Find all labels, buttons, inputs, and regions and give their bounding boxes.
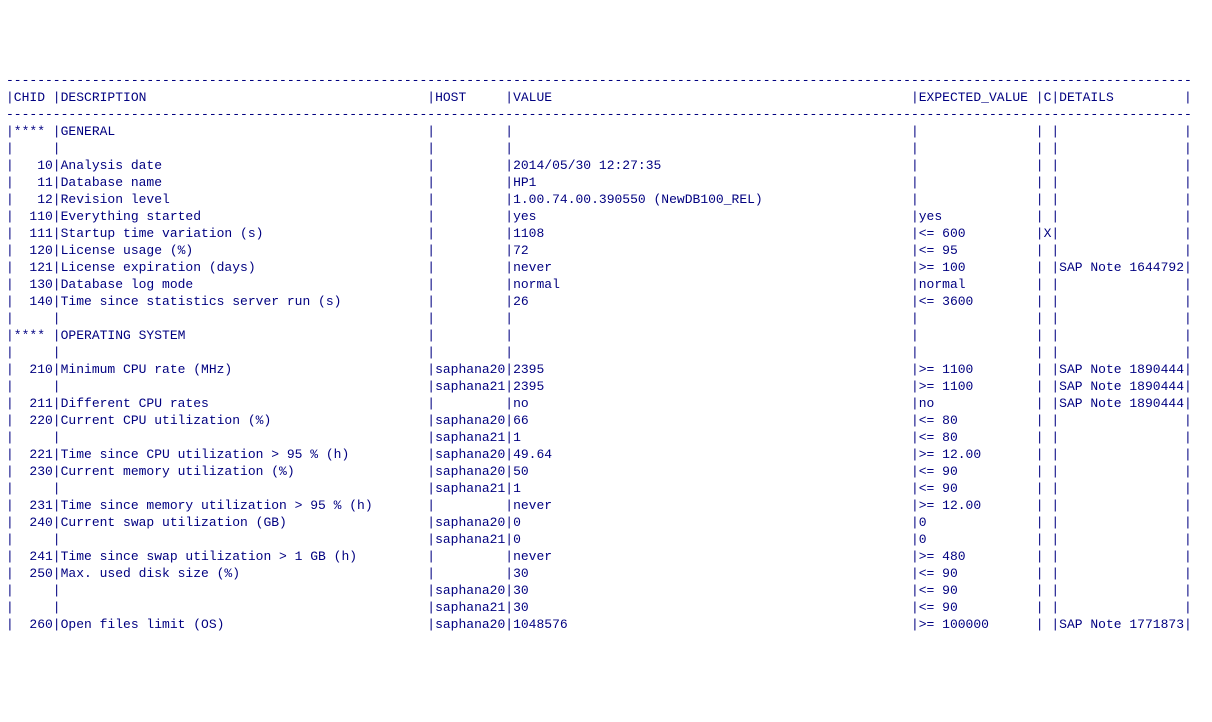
table-row: | | |saphana21|2395 |>= 1100 | |SAP Note… [6, 378, 1206, 395]
divider-row: ----------------------------------------… [6, 72, 1206, 89]
table-row: | 210|Minimum CPU rate (MHz) |saphana20|… [6, 361, 1206, 378]
table-row: | 130|Database log mode | |normal |norma… [6, 276, 1206, 293]
table-row: | 250|Max. used disk size (%) | |30 |<= … [6, 565, 1206, 582]
table-row: | 211|Different CPU rates | |no |no | |S… [6, 395, 1206, 412]
table-row: | 10|Analysis date | |2014/05/30 12:27:3… [6, 157, 1206, 174]
empty-row: | | | | | | | | [6, 310, 1206, 327]
table-row: | 12|Revision level | |1.00.74.00.390550… [6, 191, 1206, 208]
table-row: | 260|Open files limit (OS) |saphana20|1… [6, 616, 1206, 633]
table-row: | 240|Current swap utilization (GB) |sap… [6, 514, 1206, 531]
table-row: | 220|Current CPU utilization (%) |sapha… [6, 412, 1206, 429]
section-row: |**** |GENERAL | | | | | | [6, 123, 1206, 140]
table-row: | | |saphana21|30 |<= 90 | | | [6, 599, 1206, 616]
empty-row: | | | | | | | | [6, 140, 1206, 157]
table-row: | | |saphana21|1 |<= 90 | | | [6, 480, 1206, 497]
table-row: | 231|Time since memory utilization > 95… [6, 497, 1206, 514]
table-row: | 11|Database name | |HP1 | | | | [6, 174, 1206, 191]
divider-row: ----------------------------------------… [6, 106, 1206, 123]
table-row: | 111|Startup time variation (s) | |1108… [6, 225, 1206, 242]
table-row: | 110|Everything started | |yes |yes | |… [6, 208, 1206, 225]
table-row: | 140|Time since statistics server run (… [6, 293, 1206, 310]
table-row: | 241|Time since swap utilization > 1 GB… [6, 548, 1206, 565]
table-row: | | |saphana21|1 |<= 80 | | | [6, 429, 1206, 446]
table-row: | 121|License expiration (days) | |never… [6, 259, 1206, 276]
table-row: | | |saphana21|0 |0 | | | [6, 531, 1206, 548]
table-row: | 221|Time since CPU utilization > 95 % … [6, 446, 1206, 463]
terminal-output: ----------------------------------------… [6, 72, 1206, 633]
header-row: |CHID |DESCRIPTION |HOST |VALUE |EXPECTE… [6, 89, 1206, 106]
table-row: | 230|Current memory utilization (%) |sa… [6, 463, 1206, 480]
section-row: |**** |OPERATING SYSTEM | | | | | | [6, 327, 1206, 344]
table-row: | | |saphana20|30 |<= 90 | | | [6, 582, 1206, 599]
table-row: | 120|License usage (%) | |72 |<= 95 | |… [6, 242, 1206, 259]
empty-row: | | | | | | | | [6, 344, 1206, 361]
